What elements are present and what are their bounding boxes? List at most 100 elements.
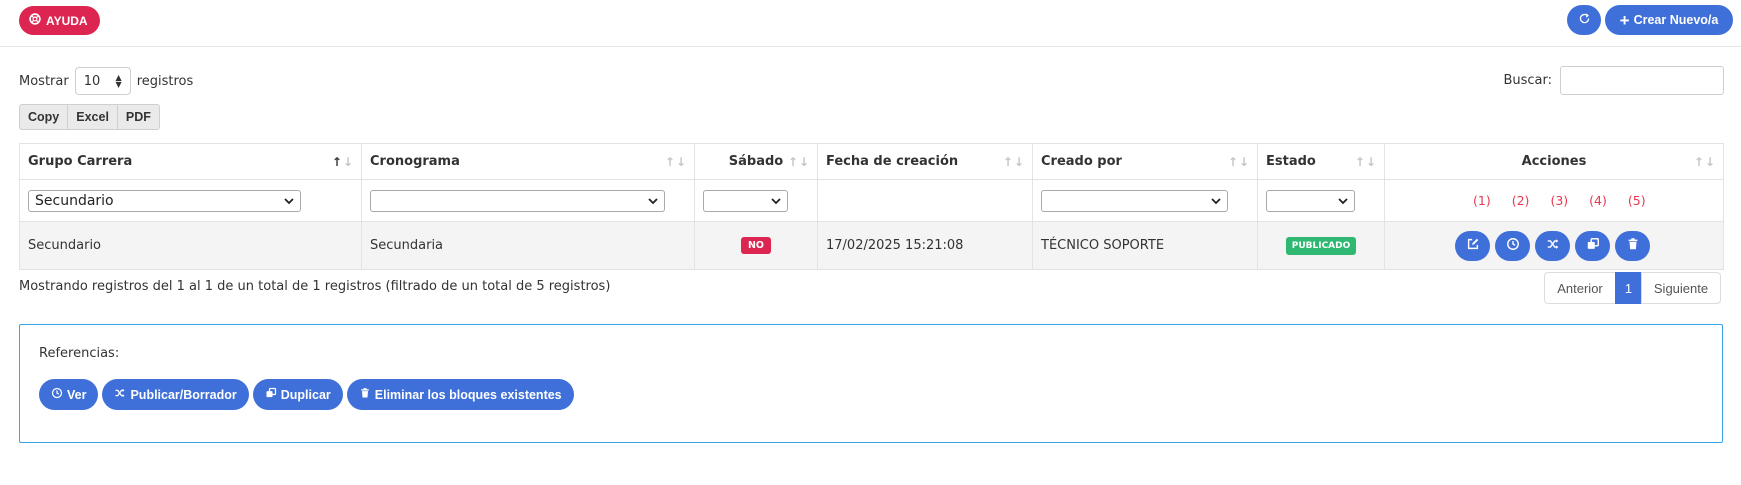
copy-button[interactable]: Copy bbox=[19, 104, 69, 130]
edit-button[interactable] bbox=[1455, 230, 1490, 261]
pagination-page-button[interactable]: 1 bbox=[1615, 272, 1642, 304]
reference-delete-button[interactable]: Eliminar los bloques existentes bbox=[346, 379, 574, 410]
sort-icon: ↑↓ bbox=[1227, 155, 1250, 169]
chevron-down-icon bbox=[1211, 193, 1221, 209]
column-header-grupo-carrera[interactable]: Grupo Carrera ↑↓ bbox=[19, 143, 362, 180]
pdf-button[interactable]: PDF bbox=[116, 104, 160, 130]
pagination-next-button[interactable]: Siguiente bbox=[1641, 272, 1721, 304]
table-row: Secundario Secundaria NO 17/02/2025 15:2… bbox=[19, 221, 1724, 270]
plus-icon: + bbox=[1619, 10, 1630, 30]
action-reference-numbers: (1) (2) (3) (4) (5) bbox=[1393, 193, 1715, 208]
pagination-prev-button[interactable]: Anterior bbox=[1544, 272, 1616, 304]
publish-toggle-button[interactable] bbox=[1535, 230, 1570, 261]
copy-icon bbox=[1586, 237, 1600, 254]
cell-creado-por: TÉCNICO SOPORTE bbox=[1032, 221, 1258, 270]
delete-button[interactable] bbox=[1615, 230, 1650, 261]
reference-view-label: Ver bbox=[67, 387, 87, 402]
page-length-select[interactable]: 10 ▲ ▼ bbox=[74, 67, 131, 95]
help-label: AYUDA bbox=[46, 13, 88, 28]
status-badge: PUBLICADO bbox=[1285, 236, 1357, 255]
references-buttons: Ver Publicar/Borrador Duplicar Eliminar … bbox=[39, 379, 574, 410]
row-actions bbox=[1393, 230, 1715, 261]
records-label: registros bbox=[136, 73, 194, 89]
cell-fecha: 17/02/2025 15:21:08 bbox=[817, 221, 1033, 270]
create-new-label: Crear Nuevo/a bbox=[1633, 13, 1719, 27]
filter-sabado-select[interactable] bbox=[703, 189, 788, 212]
filter-cell bbox=[1032, 179, 1258, 222]
refresh-button[interactable] bbox=[1567, 5, 1601, 35]
page-length-control: Mostrar 10 ▲ ▼ registros bbox=[19, 67, 193, 95]
search-control: Buscar: bbox=[1503, 66, 1724, 95]
column-header-creado-por[interactable]: Creado por ↑↓ bbox=[1032, 143, 1258, 180]
cell-estado: PUBLICADO bbox=[1257, 221, 1385, 270]
sort-icon: ↑↓ bbox=[787, 155, 810, 169]
column-header-sabado[interactable]: Sábado ↑↓ bbox=[694, 143, 818, 180]
filter-cell bbox=[694, 179, 818, 222]
view-button[interactable] bbox=[1495, 230, 1530, 261]
reference-duplicate-button[interactable]: Duplicar bbox=[252, 379, 343, 410]
column-header-cronograma[interactable]: Cronograma ↑↓ bbox=[361, 143, 695, 180]
chevron-down-icon bbox=[1338, 193, 1348, 209]
sort-asc-icon: ↑↓ bbox=[331, 155, 354, 169]
column-label: Grupo Carrera bbox=[28, 154, 133, 169]
reference-view-button[interactable]: Ver bbox=[39, 379, 99, 410]
filter-cell-actions: (1) (2) (3) (4) (5) bbox=[1384, 179, 1724, 222]
search-input[interactable] bbox=[1560, 66, 1724, 95]
lifebuoy-icon bbox=[29, 13, 41, 28]
sort-icon: ↑↓ bbox=[1693, 155, 1716, 169]
chevron-down-icon bbox=[771, 193, 781, 209]
column-label: Fecha de creación bbox=[826, 154, 959, 169]
cell-cronograma: Secundaria bbox=[361, 221, 695, 270]
shuffle-icon bbox=[1546, 237, 1560, 254]
filter-cell: Secundario bbox=[19, 179, 362, 222]
filter-value: Secundario bbox=[35, 192, 114, 209]
cell-acciones bbox=[1384, 221, 1724, 270]
chevron-down-icon bbox=[284, 193, 294, 209]
column-header-fecha[interactable]: Fecha de creación ↑↓ bbox=[817, 143, 1033, 180]
trash-icon bbox=[1626, 237, 1640, 254]
export-buttons: Copy Excel PDF bbox=[19, 104, 160, 130]
trash-icon bbox=[359, 387, 371, 402]
create-new-button[interactable]: + Crear Nuevo/a bbox=[1605, 5, 1733, 35]
excel-button[interactable]: Excel bbox=[67, 104, 118, 130]
sort-icon: ↑↓ bbox=[1354, 155, 1377, 169]
action-ref-1: (1) bbox=[1473, 193, 1491, 208]
column-label: Creado por bbox=[1041, 154, 1122, 169]
clock-icon bbox=[51, 387, 63, 402]
reference-publish-label: Publicar/Borrador bbox=[130, 387, 237, 402]
column-label: Sábado bbox=[728, 154, 784, 169]
show-label: Mostrar bbox=[19, 73, 69, 89]
action-ref-3: (3) bbox=[1550, 193, 1569, 208]
search-label: Buscar: bbox=[1503, 73, 1552, 88]
shuffle-icon bbox=[114, 387, 126, 402]
column-header-acciones[interactable]: Acciones ↑↓ bbox=[1384, 143, 1724, 180]
action-ref-5: (5) bbox=[1627, 193, 1646, 208]
sort-icon: ↑↓ bbox=[1002, 155, 1025, 169]
action-ref-4: (4) bbox=[1589, 193, 1607, 208]
reference-publish-button[interactable]: Publicar/Borrador bbox=[102, 379, 249, 410]
filter-cronograma-select[interactable] bbox=[370, 189, 665, 212]
column-label: Acciones bbox=[1521, 154, 1587, 169]
cell-grupo-carrera: Secundario bbox=[19, 221, 362, 270]
sort-icon: ↑↓ bbox=[664, 155, 687, 169]
help-button[interactable]: AYUDA bbox=[19, 6, 100, 35]
action-ref-2: (2) bbox=[1511, 193, 1530, 208]
filter-cell-empty bbox=[817, 179, 1033, 222]
filter-cell bbox=[361, 179, 695, 222]
reference-duplicate-label: Duplicar bbox=[280, 387, 331, 402]
references-panel: Referencias: Ver Publicar/Borrador Dupli… bbox=[19, 324, 1723, 443]
edit-icon bbox=[1466, 237, 1480, 254]
filter-grupo-carrera-select[interactable]: Secundario bbox=[28, 189, 301, 212]
column-label: Cronograma bbox=[370, 154, 460, 169]
clock-icon bbox=[1506, 237, 1520, 254]
column-header-estado[interactable]: Estado ↑↓ bbox=[1257, 143, 1385, 180]
top-bar: AYUDA + Crear Nuevo/a bbox=[0, 0, 1741, 47]
filter-estado-select[interactable] bbox=[1266, 189, 1355, 212]
select-arrows-icon: ▲ ▼ bbox=[115, 73, 122, 89]
copy-icon bbox=[265, 387, 277, 402]
pagination: Anterior 1 Siguiente bbox=[1544, 272, 1721, 304]
sabado-badge: NO bbox=[740, 237, 772, 254]
filter-creado-por-select[interactable] bbox=[1041, 189, 1228, 212]
duplicate-button[interactable] bbox=[1575, 230, 1610, 261]
data-table: Grupo Carrera ↑↓ Cronograma ↑↓ Sábado ↑↓ Fe… bbox=[19, 143, 1724, 270]
